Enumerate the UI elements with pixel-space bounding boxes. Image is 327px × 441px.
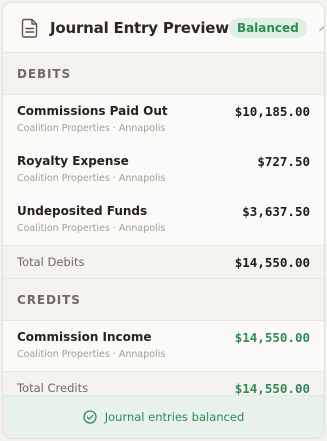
total-debits-row: Total Debits $14,550.00 — [3, 245, 324, 279]
debit-amount: $727.50 — [257, 154, 310, 169]
chevron-up-icon[interactable] — [317, 20, 325, 36]
document-icon — [21, 18, 38, 38]
debit-line: Royalty Expense Coalition Properties · A… — [3, 145, 324, 195]
account-meta: Coalition Properties · Annapolis — [17, 349, 166, 360]
debits-section-heading: DEBITS — [3, 53, 324, 95]
credits-section-heading: CREDITS — [3, 279, 324, 321]
debit-amount: $10,185.00 — [234, 104, 310, 119]
card-header[interactable]: Journal Entry Preview Balanced — [3, 3, 324, 53]
balance-status-message: Journal entries balanced — [104, 410, 245, 424]
journal-entry-preview-card: Journal Entry Preview Balanced DEBITS Co… — [2, 2, 325, 439]
status-badge: Balanced — [228, 17, 307, 38]
debit-line: Undeposited Funds Coalition Properties ·… — [3, 195, 324, 245]
page-title: Journal Entry Preview — [50, 18, 229, 37]
total-debits-label: Total Debits — [17, 255, 85, 269]
credit-amount: $14,550.00 — [234, 330, 310, 345]
account-meta: Coalition Properties · Annapolis — [17, 223, 166, 234]
total-credits-amount: $14,550.00 — [234, 380, 310, 396]
debit-line: Commissions Paid Out Coalition Propertie… — [3, 95, 324, 145]
debit-amount: $3,637.50 — [242, 204, 310, 219]
account-meta: Coalition Properties · Annapolis — [17, 173, 166, 184]
credit-line: Commission Income Coalition Properties ·… — [3, 321, 324, 371]
check-circle-icon — [83, 410, 97, 424]
account-meta: Coalition Properties · Annapolis — [17, 123, 166, 134]
total-debits-amount: $14,550.00 — [234, 254, 310, 270]
balance-status-footer: Journal entries balanced — [3, 395, 324, 438]
total-credits-label: Total Credits — [17, 381, 89, 395]
